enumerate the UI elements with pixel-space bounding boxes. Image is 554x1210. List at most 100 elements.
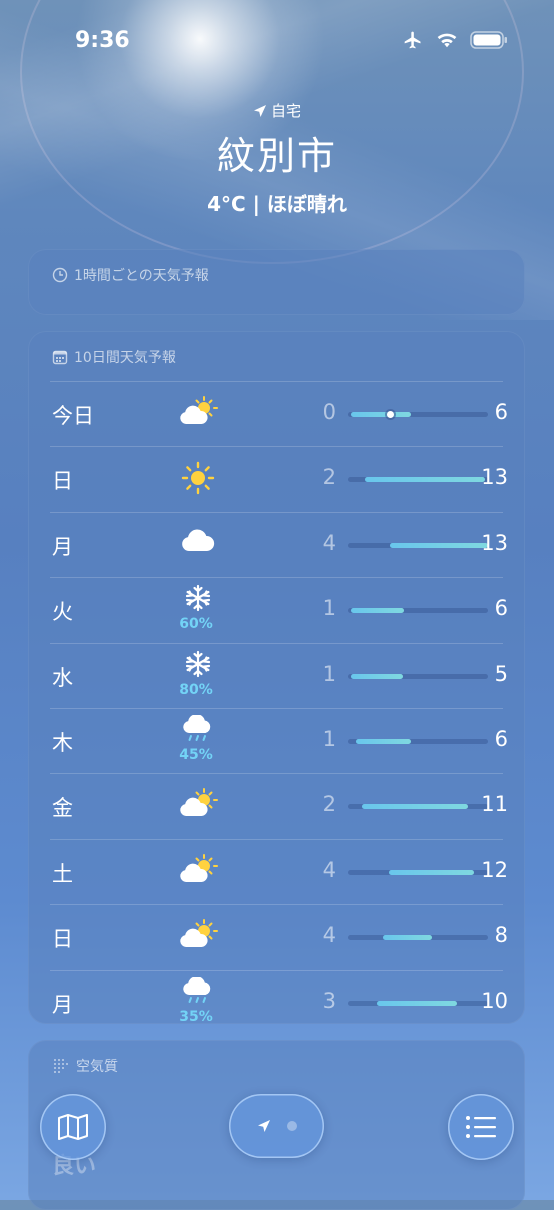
high-temp: 13 [481,530,508,555]
hourly-forecast-card[interactable]: 1時間ごとの天気予報 [28,249,525,315]
snowflake-icon [178,584,218,618]
location-label-text: 自宅 [270,102,301,120]
wifi-icon [437,33,457,48]
battery-icon [470,31,507,49]
page-indicator[interactable] [229,1094,324,1158]
low-temp: 2 [322,465,336,490]
current-condition: 4°C | ほぼ晴れ [207,192,347,216]
calendar-icon [52,350,68,365]
high-temp: 6 [494,596,508,621]
forecast-day: 木 [52,730,73,755]
forecast-day: 日 [52,469,73,494]
forecast-row[interactable]: 今日 0 6 [50,381,508,446]
city-name: 紋別市 [216,134,337,178]
low-temp: 0 [322,400,336,424]
forecast-row[interactable]: 土 4 12 [50,838,508,904]
temp-range-fill [356,738,411,744]
precip-chance: 80% [179,681,213,698]
high-temp: 10 [481,988,508,1013]
cloud-icon [178,527,218,561]
ten-day-forecast-title: 10日間天気予報 [52,347,176,367]
forecast-day: 金 [52,796,73,821]
status-bar: 9:36 [0,26,554,60]
location-list-button[interactable] [448,1094,514,1160]
temp-range-bar [348,477,488,483]
airplane-icon [404,31,421,49]
rain-cloud-icon [178,714,218,749]
temp-range-bar [348,608,488,614]
forecast-row[interactable]: 水 80% 1 5 [50,642,508,708]
air-quality-dots-icon [54,1059,68,1073]
low-temp: 2 [322,792,336,817]
temp-range-bar [348,738,488,744]
high-temp: 6 [494,726,508,751]
temp-range-bar [348,804,488,810]
precip-chance: 35% [179,1008,213,1025]
hourly-title-text: 1時間ごとの天気予報 [74,268,209,284]
high-temp: 5 [494,661,508,686]
page-dot [286,1121,297,1131]
forecast-row[interactable]: 日 2 13 [50,446,508,511]
status-icons [402,30,508,50]
forecast-row[interactable]: 月 35% 3 10 [50,969,508,1035]
temp-range-fill [350,412,411,417]
forecast-row[interactable]: 火 60% 1 6 [50,577,508,642]
precip-chance: 60% [179,616,213,633]
high-temp: 12 [481,857,508,882]
temp-range-bar [348,673,488,679]
temp-range-bar [348,411,488,418]
temp-range-fill [350,608,404,614]
temp-range-fill [350,673,403,679]
forecast-day: 火 [52,600,73,625]
forecast-day: 水 [52,665,73,690]
hourly-forecast-title: 1時間ごとの天気予報 [52,265,209,285]
forecast-day: 日 [52,927,73,952]
temp-range-bar [348,542,488,548]
high-temp: 8 [494,923,508,948]
temp-range-fill [377,1000,458,1006]
list-icon [466,1116,496,1138]
location-arrow-icon [253,104,266,117]
forecast-rows: 今日 0 6 日 2 13 月 4 13 火 60% 1 6 水 80% 1 5 木 45% 1 6 金 2 11 土 4 12 日 4… [50,381,508,1035]
temp-range-bar [348,869,488,875]
low-temp: 4 [322,923,336,948]
forecast-row[interactable]: 金 2 11 [50,773,508,838]
low-temp: 3 [322,988,336,1013]
forecast-row[interactable]: 日 4 8 [50,904,508,969]
location-label: 自宅 [0,100,554,121]
ten-day-title-text: 10日間天気予報 [74,350,176,366]
precip-chance: 45% [179,746,213,763]
sun-icon [178,461,218,495]
forecast-day: 土 [52,861,73,886]
partly-sunny-icon [178,396,218,430]
forecast-row[interactable]: 月 4 13 [50,511,508,577]
temp-range-bar [348,935,488,941]
temp-range-bar [348,1000,488,1006]
location-header: 自宅 紋別市 4°C | ほぼ晴れ [0,100,554,217]
air-quality-title: 空気質 [52,1056,118,1076]
map-button[interactable] [40,1094,106,1160]
temp-range-fill [388,869,474,875]
current-temp-marker [386,411,394,418]
high-temp: 11 [481,792,508,817]
partly-sunny-icon [178,919,218,953]
forecast-day: 月 [52,534,73,559]
temp-range-fill [364,477,486,483]
low-temp: 1 [322,661,336,686]
high-temp: 13 [481,465,508,490]
forecast-row[interactable]: 木 45% 1 6 [50,707,508,773]
rain-cloud-icon [178,976,218,1011]
snowflake-icon [178,650,218,684]
temp-range-fill [383,935,432,941]
low-temp: 4 [322,530,336,555]
current-location-icon [257,1120,270,1132]
map-icon [58,1114,88,1140]
status-time: 9:36 [75,28,130,53]
forecast-day: 月 [52,992,73,1017]
clock-icon [52,267,68,283]
partly-sunny-icon [178,788,218,822]
low-temp: 1 [322,596,336,621]
ten-day-forecast-card[interactable]: 10日間天気予報 今日 0 6 日 2 13 月 4 13 火 60% 1 6 水 80% 1 5 木 45% 1 6 金… [28,331,525,1025]
air-quality-title-text: 空気質 [76,1059,118,1075]
partly-sunny-icon [178,853,218,888]
